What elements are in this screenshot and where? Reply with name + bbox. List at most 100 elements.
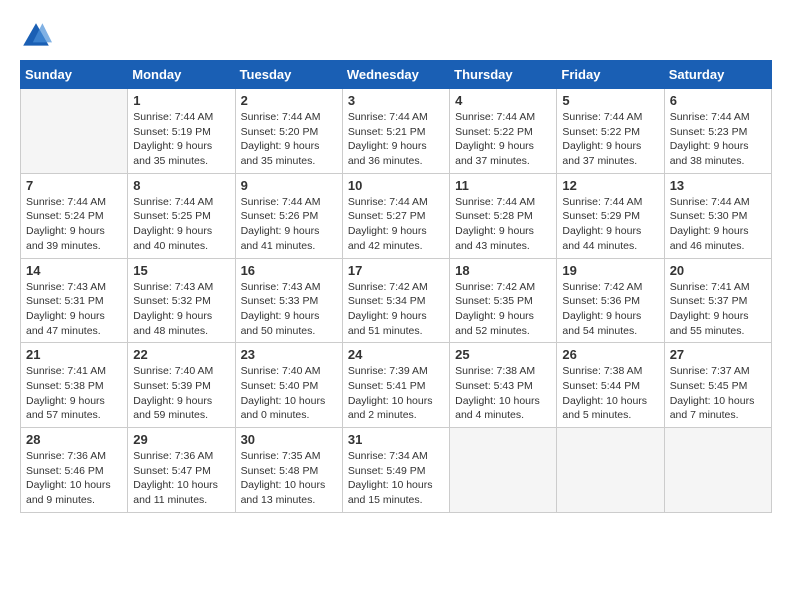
day-info: Sunrise: 7:41 AMSunset: 5:38 PMDaylight:… — [26, 364, 122, 423]
day-info: Sunrise: 7:44 AMSunset: 5:19 PMDaylight:… — [133, 110, 229, 169]
day-info: Sunrise: 7:41 AMSunset: 5:37 PMDaylight:… — [670, 280, 766, 339]
day-number: 19 — [562, 263, 658, 278]
day-info: Sunrise: 7:43 AMSunset: 5:32 PMDaylight:… — [133, 280, 229, 339]
header-saturday: Saturday — [664, 61, 771, 89]
day-info: Sunrise: 7:44 AMSunset: 5:23 PMDaylight:… — [670, 110, 766, 169]
day-info: Sunrise: 7:36 AMSunset: 5:47 PMDaylight:… — [133, 449, 229, 508]
day-number: 18 — [455, 263, 551, 278]
day-number: 30 — [241, 432, 337, 447]
day-info: Sunrise: 7:43 AMSunset: 5:33 PMDaylight:… — [241, 280, 337, 339]
day-number: 28 — [26, 432, 122, 447]
day-number: 22 — [133, 347, 229, 362]
day-info: Sunrise: 7:42 AMSunset: 5:36 PMDaylight:… — [562, 280, 658, 339]
day-number: 8 — [133, 178, 229, 193]
day-info: Sunrise: 7:44 AMSunset: 5:27 PMDaylight:… — [348, 195, 444, 254]
calendar-cell: 30 Sunrise: 7:35 AMSunset: 5:48 PMDayligh… — [235, 428, 342, 513]
day-info: Sunrise: 7:36 AMSunset: 5:46 PMDaylight:… — [26, 449, 122, 508]
day-info: Sunrise: 7:38 AMSunset: 5:44 PMDaylight:… — [562, 364, 658, 423]
day-info: Sunrise: 7:44 AMSunset: 5:26 PMDaylight:… — [241, 195, 337, 254]
logo-icon — [20, 20, 52, 52]
day-number: 5 — [562, 93, 658, 108]
calendar-cell: 13 Sunrise: 7:44 AMSunset: 5:30 PMDayligh… — [664, 173, 771, 258]
day-number: 7 — [26, 178, 122, 193]
day-info: Sunrise: 7:44 AMSunset: 5:30 PMDaylight:… — [670, 195, 766, 254]
calendar-cell: 5 Sunrise: 7:44 AMSunset: 5:22 PMDaylight… — [557, 89, 664, 174]
day-info: Sunrise: 7:42 AMSunset: 5:34 PMDaylight:… — [348, 280, 444, 339]
day-info: Sunrise: 7:39 AMSunset: 5:41 PMDaylight:… — [348, 364, 444, 423]
calendar-cell: 20 Sunrise: 7:41 AMSunset: 5:37 PMDayligh… — [664, 258, 771, 343]
calendar-cell: 21 Sunrise: 7:41 AMSunset: 5:38 PMDayligh… — [21, 343, 128, 428]
header-thursday: Thursday — [450, 61, 557, 89]
day-info: Sunrise: 7:44 AMSunset: 5:24 PMDaylight:… — [26, 195, 122, 254]
day-number: 4 — [455, 93, 551, 108]
day-number: 3 — [348, 93, 444, 108]
day-number: 21 — [26, 347, 122, 362]
calendar-cell — [21, 89, 128, 174]
day-number: 12 — [562, 178, 658, 193]
day-number: 20 — [670, 263, 766, 278]
calendar-cell: 15Sunrise: 7:43 AMSunset: 5:32 PMDayligh… — [128, 258, 235, 343]
day-info: Sunrise: 7:44 AMSunset: 5:21 PMDaylight:… — [348, 110, 444, 169]
calendar-cell: 3 Sunrise: 7:44 AMSunset: 5:21 PMDaylight… — [342, 89, 449, 174]
calendar-cell: 6 Sunrise: 7:44 AMSunset: 5:23 PMDaylight… — [664, 89, 771, 174]
calendar-table: SundayMondayTuesdayWednesdayThursdayFrid… — [20, 60, 772, 513]
calendar-cell: 25 Sunrise: 7:38 AMSunset: 5:43 PMDayligh… — [450, 343, 557, 428]
day-number: 29 — [133, 432, 229, 447]
day-info: Sunrise: 7:44 AMSunset: 5:29 PMDaylight:… — [562, 195, 658, 254]
calendar-cell: 1 Sunrise: 7:44 AMSunset: 5:19 PMDaylight… — [128, 89, 235, 174]
calendar-cell — [557, 428, 664, 513]
calendar-cell: 22 Sunrise: 7:40 AMSunset: 5:39 PMDayligh… — [128, 343, 235, 428]
calendar-cell: 7 Sunrise: 7:44 AMSunset: 5:24 PMDaylight… — [21, 173, 128, 258]
day-info: Sunrise: 7:38 AMSunset: 5:43 PMDaylight:… — [455, 364, 551, 423]
day-info: Sunrise: 7:42 AMSunset: 5:35 PMDaylight:… — [455, 280, 551, 339]
calendar-cell: 29 Sunrise: 7:36 AMSunset: 5:47 PMDayligh… — [128, 428, 235, 513]
day-number: 14 — [26, 263, 122, 278]
day-number: 9 — [241, 178, 337, 193]
calendar-cell: 18 Sunrise: 7:42 AMSunset: 5:35 PMDayligh… — [450, 258, 557, 343]
page-header — [20, 20, 772, 52]
day-number: 13 — [670, 178, 766, 193]
day-number: 23 — [241, 347, 337, 362]
day-info: Sunrise: 7:35 AMSunset: 5:48 PMDaylight:… — [241, 449, 337, 508]
day-number: 27 — [670, 347, 766, 362]
calendar-header-row: SundayMondayTuesdayWednesdayThursdayFrid… — [21, 61, 772, 89]
day-info: Sunrise: 7:37 AMSunset: 5:45 PMDaylight:… — [670, 364, 766, 423]
calendar-cell: 4 Sunrise: 7:44 AMSunset: 5:22 PMDaylight… — [450, 89, 557, 174]
header-monday: Monday — [128, 61, 235, 89]
day-info: Sunrise: 7:43 AMSunset: 5:31 PMDaylight:… — [26, 280, 122, 339]
day-info: Sunrise: 7:40 AMSunset: 5:39 PMDaylight:… — [133, 364, 229, 423]
calendar-cell: 26 Sunrise: 7:38 AMSunset: 5:44 PMDayligh… — [557, 343, 664, 428]
calendar-week-2: 14 Sunrise: 7:43 AMSunset: 5:31 PMDayligh… — [21, 258, 772, 343]
day-number: 31 — [348, 432, 444, 447]
calendar-cell: 16 Sunrise: 7:43 AMSunset: 5:33 PMDayligh… — [235, 258, 342, 343]
day-info: Sunrise: 7:40 AMSunset: 5:40 PMDaylight:… — [241, 364, 337, 423]
day-number: 2 — [241, 93, 337, 108]
calendar-cell: 31 Sunrise: 7:34 AMSunset: 5:49 PMDayligh… — [342, 428, 449, 513]
calendar-cell: 27 Sunrise: 7:37 AMSunset: 5:45 PMDayligh… — [664, 343, 771, 428]
day-number: 1 — [133, 93, 229, 108]
day-number: 26 — [562, 347, 658, 362]
day-number: 6 — [670, 93, 766, 108]
calendar-cell: 12 Sunrise: 7:44 AMSunset: 5:29 PMDayligh… — [557, 173, 664, 258]
header-sunday: Sunday — [21, 61, 128, 89]
logo — [20, 20, 56, 52]
day-info: Sunrise: 7:44 AMSunset: 5:22 PMDaylight:… — [455, 110, 551, 169]
calendar-cell: 24Sunrise: 7:39 AMSunset: 5:41 PMDayligh… — [342, 343, 449, 428]
calendar-cell — [450, 428, 557, 513]
calendar-cell: 2Sunrise: 7:44 AMSunset: 5:20 PMDaylight… — [235, 89, 342, 174]
day-number: 16 — [241, 263, 337, 278]
day-info: Sunrise: 7:34 AMSunset: 5:49 PMDaylight:… — [348, 449, 444, 508]
calendar-cell: 14 Sunrise: 7:43 AMSunset: 5:31 PMDayligh… — [21, 258, 128, 343]
header-tuesday: Tuesday — [235, 61, 342, 89]
calendar-cell — [664, 428, 771, 513]
calendar-cell: 28 Sunrise: 7:36 AMSunset: 5:46 PMDayligh… — [21, 428, 128, 513]
calendar-cell: 17Sunrise: 7:42 AMSunset: 5:34 PMDayligh… — [342, 258, 449, 343]
calendar-week-0: 1 Sunrise: 7:44 AMSunset: 5:19 PMDaylight… — [21, 89, 772, 174]
calendar-week-1: 7 Sunrise: 7:44 AMSunset: 5:24 PMDaylight… — [21, 173, 772, 258]
header-wednesday: Wednesday — [342, 61, 449, 89]
calendar-cell: 19 Sunrise: 7:42 AMSunset: 5:36 PMDayligh… — [557, 258, 664, 343]
calendar-week-3: 21 Sunrise: 7:41 AMSunset: 5:38 PMDayligh… — [21, 343, 772, 428]
day-number: 25 — [455, 347, 551, 362]
calendar-cell: 10Sunrise: 7:44 AMSunset: 5:27 PMDayligh… — [342, 173, 449, 258]
day-info: Sunrise: 7:44 AMSunset: 5:22 PMDaylight:… — [562, 110, 658, 169]
